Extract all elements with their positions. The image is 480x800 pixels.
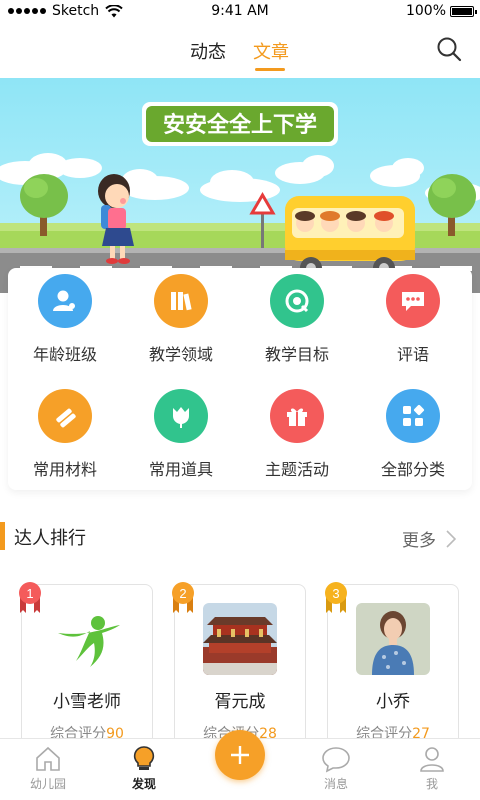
category-card: 年龄班级 教学领域 教学目标 评语 常用材料 常用道具 主题活动 全部分类 bbox=[8, 268, 472, 490]
tab-wenzhang[interactable]: 文章 bbox=[253, 38, 289, 64]
user-icon bbox=[420, 747, 444, 772]
ranking-name: 小雪老师 bbox=[53, 692, 121, 712]
ranking-title: 达人排行 bbox=[14, 528, 86, 549]
battery-icon bbox=[450, 5, 477, 17]
category-props[interactable]: 常用道具 bbox=[126, 389, 236, 499]
add-button[interactable] bbox=[215, 730, 265, 780]
category-materials[interactable]: 常用材料 bbox=[10, 389, 120, 499]
green-figure-logo bbox=[50, 603, 124, 675]
ranking-name: 小乔 bbox=[376, 692, 410, 712]
grid-icon bbox=[386, 389, 440, 443]
target-icon bbox=[270, 274, 324, 328]
svg-text:3: 3 bbox=[332, 586, 339, 601]
ranking-card-3[interactable]: 3 小乔 综合评分27 bbox=[325, 582, 459, 754]
battery-percent: 100% bbox=[405, 3, 446, 19]
category-comments[interactable]: 评语 bbox=[358, 274, 468, 384]
top-header: 动态 文章 bbox=[0, 24, 480, 78]
nav-kindergarten[interactable]: 幼儿园 bbox=[8, 745, 88, 792]
search-icon[interactable] bbox=[436, 36, 462, 62]
chat-icon bbox=[322, 747, 350, 773]
tulip-icon bbox=[154, 389, 208, 443]
lightbulb-icon bbox=[133, 746, 155, 770]
gift-icon bbox=[270, 389, 324, 443]
person-icon bbox=[38, 274, 92, 328]
nav-discover[interactable]: 发现 bbox=[104, 745, 184, 792]
status-bar: Sketch 9:41 AM 100% bbox=[0, 0, 480, 24]
category-teaching-field[interactable]: 教学领域 bbox=[126, 274, 236, 384]
category-label: 年龄班级 bbox=[32, 345, 97, 364]
svg-text:1: 1 bbox=[26, 586, 33, 601]
category-theme-activity[interactable]: 主题活动 bbox=[242, 389, 352, 499]
ranking-name: 胥元成 bbox=[214, 692, 266, 712]
category-label: 主题活动 bbox=[264, 460, 329, 479]
more-link[interactable]: 更多 bbox=[402, 526, 456, 551]
more-label: 更多 bbox=[402, 531, 436, 551]
category-label: 全部分类 bbox=[380, 460, 445, 479]
active-tab-indicator bbox=[255, 68, 285, 71]
category-label: 教学目标 bbox=[264, 345, 329, 364]
books-icon bbox=[154, 274, 208, 328]
chevron-right-icon bbox=[446, 529, 456, 548]
battery-info: 100% bbox=[405, 3, 477, 19]
category-age-class[interactable]: 年龄班级 bbox=[10, 274, 120, 384]
rank-badge-icon: 3 bbox=[325, 582, 347, 613]
nav-me[interactable]: 我 bbox=[392, 745, 472, 792]
tab-dongtai[interactable]: 动态 bbox=[190, 38, 226, 64]
svg-text:2: 2 bbox=[179, 586, 186, 601]
category-label: 教学领域 bbox=[148, 345, 213, 364]
ranking-card-1[interactable]: 1 小雪老师 综合评分90 bbox=[19, 582, 153, 754]
rank-badge-icon: 2 bbox=[172, 582, 194, 613]
section-accent-bar bbox=[0, 522, 5, 550]
woman-photo bbox=[356, 603, 430, 675]
palace-photo bbox=[203, 603, 277, 675]
plus-icon bbox=[231, 746, 249, 764]
rank-badge-icon: 1 bbox=[19, 582, 41, 613]
category-label: 常用道具 bbox=[148, 460, 213, 479]
category-label: 评语 bbox=[396, 345, 429, 364]
banner-title: 安安全全上下学 bbox=[163, 112, 317, 137]
comment-icon bbox=[386, 274, 440, 328]
category-teaching-goal[interactable]: 教学目标 bbox=[242, 274, 352, 384]
ranking-card-2[interactable]: 2 胥元成 综合评分28 bbox=[172, 582, 306, 754]
nav-messages[interactable]: 消息 bbox=[296, 745, 376, 792]
category-all[interactable]: 全部分类 bbox=[358, 389, 468, 499]
house-icon bbox=[36, 746, 60, 771]
category-label: 常用材料 bbox=[32, 460, 97, 479]
pencil-icon bbox=[38, 389, 92, 443]
banner-carousel[interactable]: 安安全全上下学 bbox=[0, 78, 480, 293]
banner-illustration: 安安全全上下学 bbox=[0, 78, 480, 293]
